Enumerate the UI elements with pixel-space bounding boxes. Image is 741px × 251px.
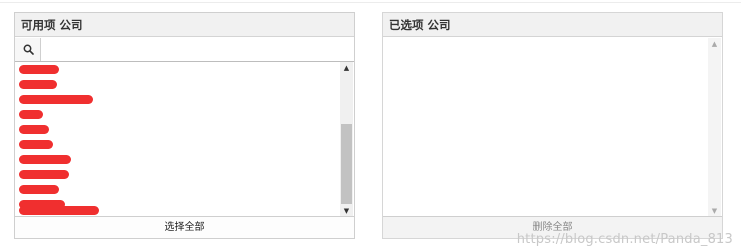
top-divider xyxy=(0,2,741,3)
search-button[interactable] xyxy=(15,38,41,61)
search-input[interactable] xyxy=(42,38,354,61)
redaction-mark xyxy=(19,140,53,149)
search-row xyxy=(15,38,354,62)
select-all-button[interactable]: 选择全部 xyxy=(15,216,354,238)
redaction-mark xyxy=(19,80,57,89)
redaction-mark xyxy=(19,155,71,164)
scroll-up-arrow-icon[interactable]: ▲ xyxy=(708,38,721,50)
redaction-mark xyxy=(19,185,59,194)
available-panel-title: 可用项 公司 xyxy=(15,13,354,37)
scroll-up-arrow-icon[interactable]: ▲ xyxy=(340,62,353,74)
redaction-mark xyxy=(19,125,49,134)
redaction-mark xyxy=(19,206,99,215)
redaction-mark xyxy=(19,110,43,119)
redaction-mark xyxy=(19,170,69,179)
available-items-panel: 可用项 公司 ▲ ▼ 选择全部 xyxy=(14,12,355,239)
available-list[interactable] xyxy=(15,62,354,217)
selected-items-panel: 已选项 公司 ▲ ▼ 删除全部 xyxy=(382,12,723,239)
redaction-mark xyxy=(19,95,93,104)
selected-panel-title: 已选项 公司 xyxy=(383,13,722,37)
scroll-thumb[interactable] xyxy=(341,124,352,204)
search-icon xyxy=(23,44,34,55)
redaction-mark xyxy=(19,65,59,74)
selected-list[interactable] xyxy=(383,38,722,217)
watermark-text: https://blog.csdn.net/Panda_813 xyxy=(516,232,733,247)
selected-list-scrollbar[interactable]: ▲ ▼ xyxy=(708,38,721,217)
available-list-scrollbar[interactable]: ▲ ▼ xyxy=(340,62,353,217)
